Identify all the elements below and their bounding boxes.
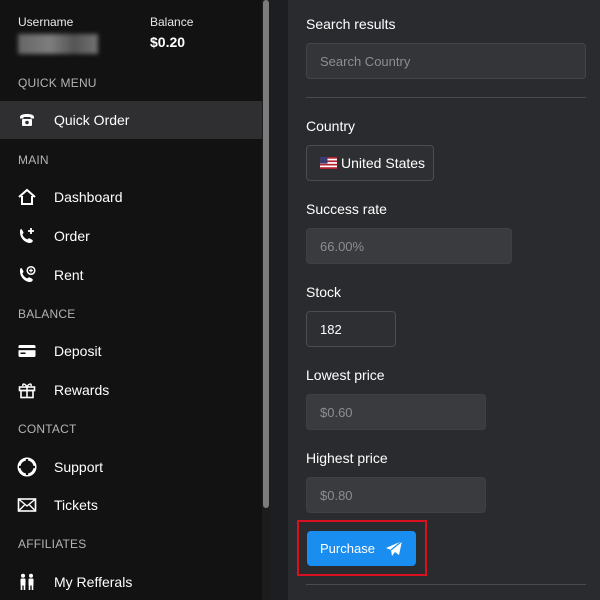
- sidebar-item-rewards[interactable]: Rewards: [0, 371, 262, 409]
- section-balance: BALANCE: [18, 307, 76, 321]
- success-rate-field: 66.00%: [306, 228, 512, 264]
- balance-value: $0.20: [150, 34, 186, 50]
- sidebar-item-rent[interactable]: Rent: [0, 256, 262, 294]
- purchase-button-label: Purchase: [320, 541, 375, 556]
- sidebar-item-label: My Refferals: [54, 574, 133, 590]
- paper-plane-icon: [386, 540, 403, 556]
- sidebar-scroll-thumb[interactable]: [263, 0, 269, 508]
- sidebar-item-dashboard[interactable]: Dashboard: [0, 178, 262, 216]
- username-label: Username: [18, 15, 74, 29]
- sidebar-item-deposit[interactable]: Deposit: [0, 332, 262, 370]
- section-affiliates: AFFILIATES: [18, 537, 87, 551]
- success-rate-value: 66.00%: [320, 238, 365, 254]
- section-contact: CONTACT: [18, 422, 77, 436]
- user-info: Username Balance $0.20: [0, 0, 262, 64]
- username-block: Username: [18, 14, 98, 54]
- section-quick-menu: QUICK MENU: [18, 76, 97, 90]
- sidebar-item-label: Deposit: [54, 343, 102, 359]
- country-label: Country: [306, 118, 356, 134]
- sidebar: Username Balance $0.20 QUICK MENU Quick …: [0, 0, 262, 600]
- lowest-price-label: Lowest price: [306, 367, 385, 383]
- gift-icon: [17, 380, 37, 400]
- success-rate-label: Success rate: [306, 201, 387, 217]
- purchase-button[interactable]: Purchase: [307, 531, 416, 566]
- lowest-price-value: $0.60: [320, 404, 353, 420]
- lowest-price-field: $0.60: [306, 394, 486, 430]
- search-input[interactable]: [320, 53, 585, 69]
- phone-rent-icon: [17, 265, 37, 285]
- sidebar-item-label: Rent: [54, 267, 84, 283]
- search-results-label: Search results: [306, 16, 396, 32]
- sidebar-item-quick-order[interactable]: Quick Order: [0, 101, 262, 139]
- lifebuoy-icon: [17, 457, 37, 477]
- sidebar-item-label: Dashboard: [54, 189, 123, 205]
- phone-plus-icon: [17, 226, 37, 246]
- sidebar-item-label: Quick Order: [54, 112, 130, 128]
- sidebar-item-label: Support: [54, 459, 104, 475]
- sidebar-item-tickets[interactable]: Tickets: [0, 486, 262, 524]
- sidebar-item-label: Tickets: [54, 497, 98, 513]
- country-value: United States: [341, 155, 426, 171]
- divider: [306, 584, 586, 585]
- highest-price-label: Highest price: [306, 450, 388, 466]
- stock-field: 182: [306, 311, 396, 347]
- sidebar-item-support[interactable]: Support: [0, 448, 262, 486]
- quick-order-panel: Search results Country United States Suc…: [288, 0, 600, 600]
- phone-icon: [17, 110, 37, 130]
- users-icon: [17, 572, 37, 592]
- divider: [306, 97, 586, 98]
- home-icon: [17, 187, 37, 207]
- us-flag-icon: [320, 157, 337, 169]
- country-select-button[interactable]: United States: [306, 145, 434, 181]
- sidebar-item-label: Rewards: [54, 382, 110, 398]
- highest-price-field: $0.80: [306, 477, 486, 513]
- credit-card-icon: [17, 341, 37, 361]
- app-window: Username Balance $0.20 QUICK MENU Quick …: [0, 0, 600, 600]
- section-main: MAIN: [18, 153, 49, 167]
- sidebar-item-my-refferals[interactable]: My Refferals: [0, 563, 262, 600]
- highest-price-value: $0.80: [320, 487, 353, 503]
- stock-value: 182: [320, 321, 342, 337]
- sidebar-item-label: Order: [54, 228, 90, 244]
- balance-block: Balance $0.20: [150, 14, 193, 52]
- sidebar-scrollbar[interactable]: [262, 0, 270, 600]
- balance-label: Balance: [150, 15, 194, 29]
- panel-gutter: [270, 0, 288, 600]
- sidebar-item-order[interactable]: Order: [0, 217, 262, 255]
- search-country-field[interactable]: [306, 43, 586, 79]
- username-redacted: [18, 34, 98, 54]
- envelope-icon: [17, 495, 37, 515]
- stock-label: Stock: [306, 284, 342, 300]
